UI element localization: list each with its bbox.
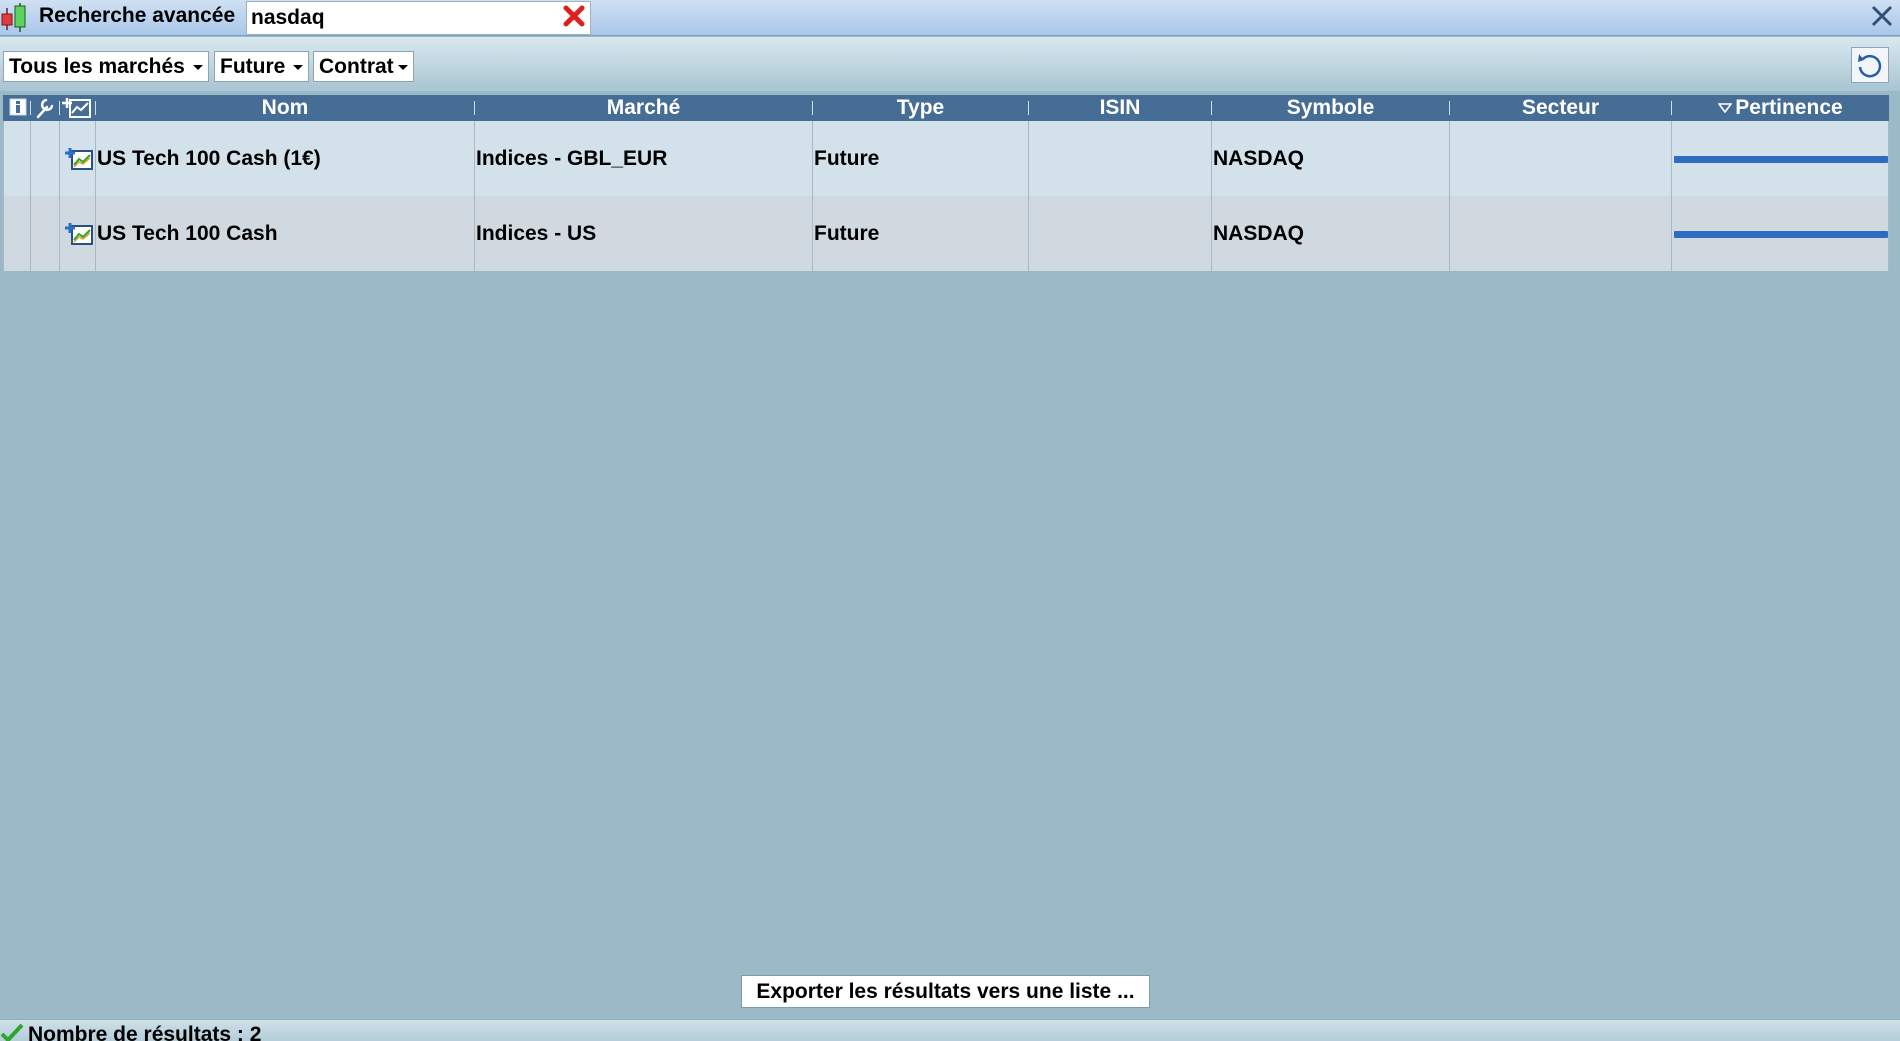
- cell-divider: [1888, 196, 1889, 271]
- column-header-symbol[interactable]: Symbole: [1212, 95, 1449, 121]
- cell-divider: [3, 196, 4, 271]
- results-table: Nom Marché Type ISIN Symbole Secteur Per…: [3, 95, 1889, 271]
- cell-sector: [1451, 196, 1671, 271]
- column-separator: [30, 101, 31, 115]
- cell-divider: [1028, 196, 1029, 271]
- result-count: Nombre de résultats : 2: [28, 1023, 262, 1041]
- cell-divider: [1671, 196, 1672, 271]
- search-input[interactable]: [246, 1, 591, 35]
- checkmark-icon: [0, 1023, 24, 1041]
- status-bar: Nombre de résultats : 2: [0, 1019, 1900, 1041]
- column-header-relevance[interactable]: Pertinence: [1672, 95, 1889, 121]
- chevron-down-icon: [398, 65, 408, 70]
- add-to-chart-icon[interactable]: [64, 146, 94, 172]
- column-header-type[interactable]: Type: [813, 95, 1028, 121]
- cell-divider: [1028, 121, 1029, 196]
- markets-dropdown[interactable]: Tous les marchés: [3, 51, 209, 82]
- cell-divider: [1888, 121, 1889, 196]
- table-row[interactable]: US Tech 100 Cash Indices - US Future NASDAQ: [3, 196, 1889, 271]
- cell-sector: [1451, 121, 1671, 196]
- wrench-icon[interactable]: [34, 96, 56, 120]
- window-title: Recherche avancée: [39, 4, 236, 27]
- column-header-market[interactable]: Marché: [475, 95, 812, 121]
- cell-divider: [1449, 196, 1450, 271]
- column-header-name[interactable]: Nom: [96, 95, 474, 121]
- cell-divider: [1211, 121, 1212, 196]
- cell-divider: [95, 196, 96, 271]
- cell-divider: [474, 196, 475, 271]
- cell-divider: [812, 196, 813, 271]
- cell-name: US Tech 100 Cash: [97, 222, 278, 245]
- refresh-button[interactable]: [1851, 47, 1889, 83]
- cell-divider: [59, 121, 60, 196]
- cell-divider: [3, 121, 4, 196]
- chevron-down-icon: [293, 65, 303, 70]
- column-header-sector[interactable]: Secteur: [1450, 95, 1671, 121]
- column-separator: [59, 101, 60, 115]
- cell-isin: [1030, 196, 1211, 271]
- candlestick-chart-icon: [1, 3, 26, 32]
- contract-dropdown[interactable]: Contrat: [313, 51, 414, 82]
- relevance-bar: [1674, 156, 1888, 163]
- cell-divider: [812, 121, 813, 196]
- info-icon[interactable]: [8, 96, 28, 118]
- add-to-chart-icon[interactable]: [64, 221, 94, 247]
- add-chart-icon[interactable]: [62, 96, 92, 120]
- type-dropdown-label: Future: [220, 55, 286, 78]
- chevron-down-icon: [193, 65, 203, 70]
- cell-isin: [1030, 121, 1211, 196]
- cell-divider: [30, 196, 31, 271]
- sort-descending-icon: [1717, 103, 1733, 114]
- cell-divider: [59, 196, 60, 271]
- contract-dropdown-label: Contrat: [319, 55, 394, 78]
- clear-search-icon[interactable]: [562, 4, 586, 28]
- table-body: US Tech 100 Cash (1€) Indices - GBL_EUR Fu…: [3, 121, 1889, 271]
- cell-type: Future: [814, 222, 880, 245]
- cell-divider: [1449, 121, 1450, 196]
- type-dropdown[interactable]: Future: [214, 51, 309, 82]
- table-header: Nom Marché Type ISIN Symbole Secteur Per…: [3, 95, 1889, 121]
- close-window-icon[interactable]: [1868, 2, 1896, 30]
- export-results-button[interactable]: Exporter les résultats vers une liste ..…: [741, 975, 1150, 1008]
- filter-toolbar: Tous les marchés Future Contrat: [0, 37, 1900, 91]
- cell-name: US Tech 100 Cash (1€): [97, 147, 321, 170]
- cell-divider: [30, 121, 31, 196]
- column-header-relevance-label: Pertinence: [1735, 96, 1843, 119]
- cell-symbol: NASDAQ: [1213, 147, 1305, 170]
- cell-divider: [95, 121, 96, 196]
- cell-type: Future: [814, 147, 880, 170]
- cell-divider: [474, 121, 475, 196]
- cell-divider: [1671, 121, 1672, 196]
- cell-divider: [1211, 196, 1212, 271]
- cell-market: Indices - US: [476, 222, 597, 245]
- refresh-icon: [1858, 54, 1882, 78]
- relevance-bar: [1674, 231, 1888, 238]
- cell-symbol: NASDAQ: [1213, 222, 1305, 245]
- column-header-isin[interactable]: ISIN: [1029, 95, 1211, 121]
- table-row[interactable]: US Tech 100 Cash (1€) Indices - GBL_EUR Fu…: [3, 121, 1889, 196]
- markets-dropdown-label: Tous les marchés: [9, 55, 185, 78]
- title-bar: Recherche avancée: [0, 0, 1900, 36]
- cell-market: Indices - GBL_EUR: [476, 147, 668, 170]
